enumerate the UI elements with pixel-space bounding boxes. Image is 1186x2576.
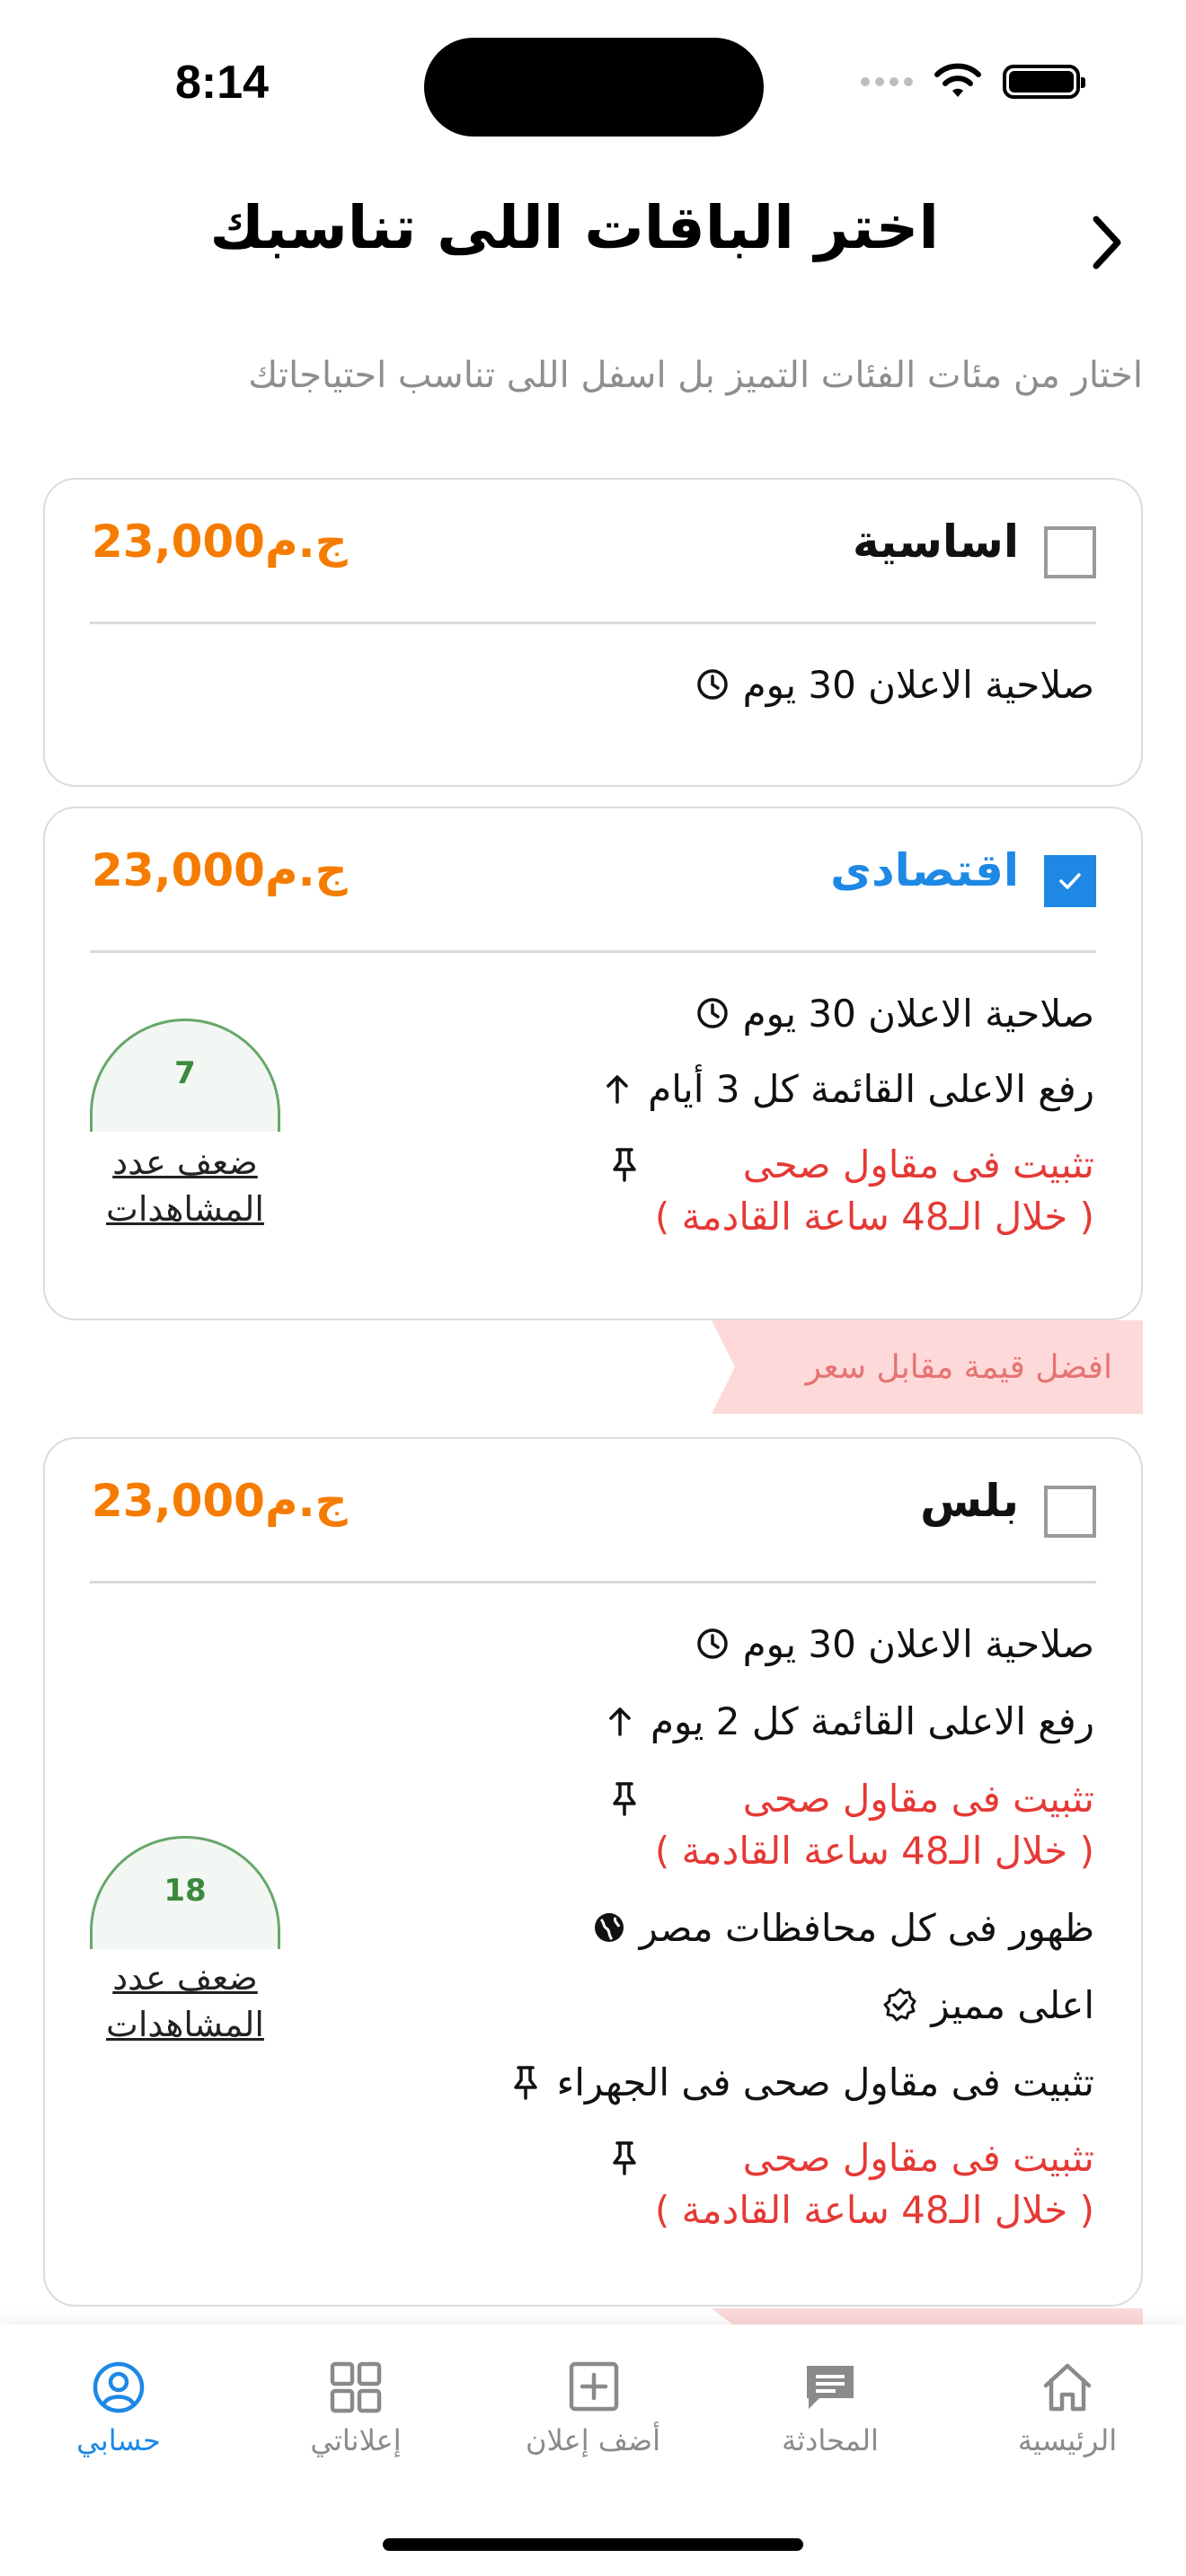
divider	[90, 1581, 1096, 1584]
check-icon	[1059, 873, 1081, 889]
views-multiplier-badge: 7	[90, 1019, 280, 1132]
views-multiplier-label[interactable]: ضعف عدد المشاهدات	[90, 1954, 280, 2048]
feature-item-pinned: تثبيت فى مقاول صحى ( خلال الـ48 ساعة الق…	[606, 2132, 1094, 2236]
dynamic-island	[424, 38, 764, 137]
home-icon	[1043, 2363, 1092, 2412]
package-price: 23,000ج.م	[92, 1475, 348, 1527]
feature-item: تثبيت فى مقاول صحى فى الجهراء	[508, 2057, 1094, 2109]
nav-chat[interactable]: المحادثة	[740, 2360, 920, 2457]
feature-item: صلاحية الاعلان 30 يوم	[695, 1619, 1094, 1671]
feature-item: رفع الاعلى القائمة كل 3 أيام	[599, 1063, 1094, 1116]
nav-add-ad[interactable]: أضف إعلان	[503, 2360, 683, 2457]
package-name: بلس	[920, 1475, 1019, 1527]
page-subtitle: اختار من مئات الفئات التميز بل اسفل اللى…	[248, 355, 1143, 396]
views-multiplier-label[interactable]: ضعف عدد المشاهدات	[90, 1139, 280, 1232]
pin-icon	[606, 1780, 642, 1816]
package-card-economy[interactable]: اقتصادى 23,000ج.م صلاحية الاعلان 30 يوم …	[43, 807, 1143, 1320]
back-button[interactable]	[1082, 207, 1132, 278]
package-checkbox-checked[interactable]	[1044, 855, 1096, 907]
battery-icon	[1003, 65, 1085, 99]
arrow-up-icon	[602, 1703, 638, 1739]
pin-icon	[606, 2139, 642, 2175]
feature-item-pinned: تثبيت فى مقاول صحى ( خلال الـ48 ساعة الق…	[606, 1773, 1094, 1877]
nav-home[interactable]: الرئيسية	[978, 2360, 1157, 2457]
arrow-up-icon	[599, 1071, 635, 1107]
cellular-signal-icon	[861, 77, 913, 86]
status-icons	[861, 63, 1085, 101]
package-price: 23,000ج.م	[92, 844, 348, 896]
feature-item: صلاحية الاعلان 30 يوم	[695, 988, 1094, 1040]
page-title: اختر الباقات اللى تناسبك	[209, 193, 940, 262]
package-card-basic[interactable]: اساسية 23,000ج.م صلاحية الاعلان 30 يوم	[43, 478, 1143, 787]
feature-item: اعلى مميز	[882, 1980, 1094, 2032]
status-time: 8:14	[175, 57, 270, 109]
feature-item-pinned: تثبيت فى مقاول صحى ( خلال الـ48 ساعة الق…	[606, 1139, 1094, 1243]
nav-account[interactable]: حسابي	[29, 2360, 208, 2457]
package-checkbox[interactable]	[1044, 526, 1096, 578]
feature-item: رفع الاعلى القائمة كل 2 يوم	[602, 1696, 1094, 1748]
views-multiplier-badge: 18	[90, 1836, 280, 1949]
clock-icon	[695, 666, 730, 702]
best-value-ribbon: افضل قيمة مقابل سعر	[712, 1320, 1143, 1414]
add-square-icon	[569, 2361, 619, 2412]
divider	[90, 622, 1096, 624]
clock-icon	[695, 995, 730, 1031]
feature-item: صلاحية الاعلان 30 يوم	[695, 659, 1094, 711]
globe-icon	[591, 1910, 627, 1945]
package-name: اقتصادى	[830, 844, 1019, 896]
package-checkbox[interactable]	[1044, 1486, 1096, 1538]
chat-icon	[807, 2366, 854, 2409]
divider	[90, 950, 1096, 953]
package-name: اساسية	[853, 516, 1019, 568]
clock-icon	[695, 1626, 730, 1662]
package-price: 23,000ج.م	[92, 516, 348, 568]
grid-icon	[330, 2361, 382, 2413]
package-card-plus[interactable]: بلس 23,000ج.م صلاحية الاعلان 30 يوم رفع …	[43, 1437, 1143, 2307]
nav-my-ads[interactable]: إعلاناتي	[266, 2360, 446, 2457]
pin-icon	[606, 1146, 642, 1182]
verified-badge-icon	[882, 1987, 918, 2023]
user-circle-icon	[93, 2361, 145, 2413]
wifi-icon	[934, 63, 981, 97]
pin-icon	[508, 2064, 544, 2100]
feature-item: ظهور فى كل محافظات مصر	[591, 1902, 1094, 1954]
home-indicator	[383, 2538, 803, 2551]
chevron-right-icon	[1093, 216, 1121, 269]
